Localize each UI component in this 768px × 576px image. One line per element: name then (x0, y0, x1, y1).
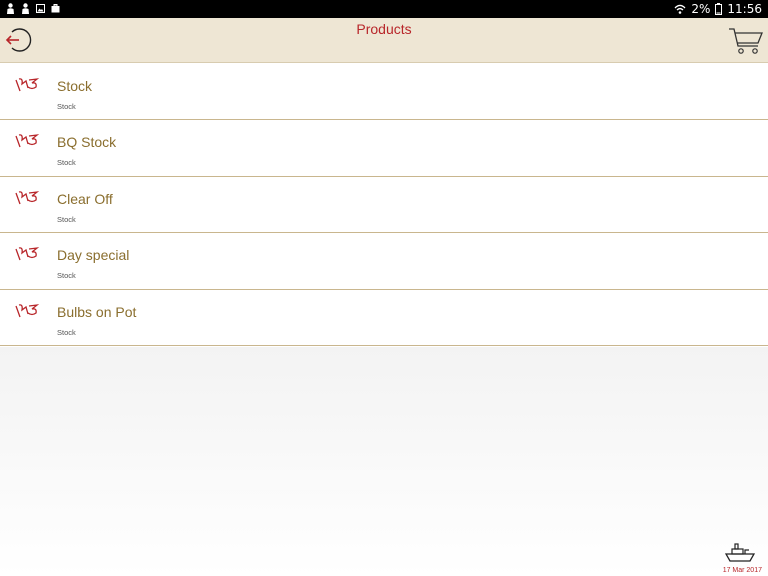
battery-percentage: 2% (691, 2, 711, 16)
empty-area (0, 347, 768, 576)
product-list: Stock Stock BQ Stock Stock Clear Off Sto… (0, 64, 768, 346)
ship-icon[interactable] (725, 540, 755, 562)
list-item[interactable]: BQ Stock Stock (0, 120, 768, 177)
status-right: 2% 11:56 (674, 0, 762, 18)
list-item[interactable]: Day special Stock (0, 233, 768, 290)
person-icon (7, 3, 14, 14)
brand-logo-icon (15, 134, 40, 148)
wifi-icon (674, 4, 686, 14)
person-icon (22, 3, 29, 14)
battery-icon (715, 3, 723, 15)
brand-logo-icon (15, 190, 40, 205)
image-icon (36, 4, 45, 13)
product-subtitle: Stock (57, 271, 76, 281)
app-header: Products (0, 18, 768, 63)
list-item[interactable]: Clear Off Stock (0, 177, 768, 234)
brand-logo-icon (15, 78, 40, 92)
list-item[interactable]: Bulbs on Pot Stock (0, 290, 768, 346)
product-subtitle: Stock (57, 214, 76, 224)
product-title: Clear Off (57, 190, 113, 207)
cart-icon[interactable] (728, 26, 764, 56)
notification-icons (6, 3, 60, 14)
product-title: Stock (57, 78, 93, 94)
product-title: Day special (57, 247, 130, 264)
product-title: Bulbs on Pot (57, 303, 137, 320)
product-title: BQ Stock (57, 134, 117, 151)
date-label: 17 Mar 2017 (722, 567, 762, 574)
clock: 11:56 (727, 2, 762, 16)
brand-logo-icon (15, 247, 40, 261)
product-subtitle: Stock (57, 102, 76, 111)
page-title: Products (356, 21, 412, 37)
status-bar: 2% 11:56 (0, 0, 768, 18)
briefcase-icon (51, 4, 60, 13)
list-item[interactable]: Stock Stock (0, 64, 768, 121)
product-subtitle: Stock (57, 327, 76, 337)
product-subtitle: Stock (57, 158, 76, 168)
brand-logo-icon (15, 303, 40, 317)
